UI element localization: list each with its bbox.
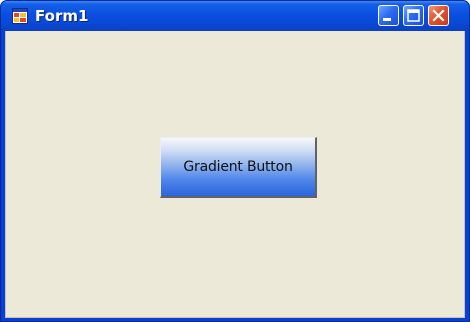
maximize-button[interactable]	[403, 5, 424, 26]
close-button[interactable]	[428, 5, 449, 26]
form-client-area: Gradient Button	[5, 31, 465, 318]
title-bar[interactable]: Form1	[1, 1, 469, 31]
minimize-button[interactable]	[378, 5, 399, 26]
windows-form-icon[interactable]	[12, 8, 28, 24]
gradient-button-label: Gradient Button	[183, 159, 293, 175]
form1-window: Form1 Gradient Button	[0, 0, 470, 322]
close-icon	[432, 9, 445, 22]
minimize-icon	[383, 18, 391, 21]
window-title: Form1	[35, 7, 89, 25]
maximize-icon	[407, 9, 420, 22]
gradient-button[interactable]: Gradient Button	[160, 137, 317, 198]
